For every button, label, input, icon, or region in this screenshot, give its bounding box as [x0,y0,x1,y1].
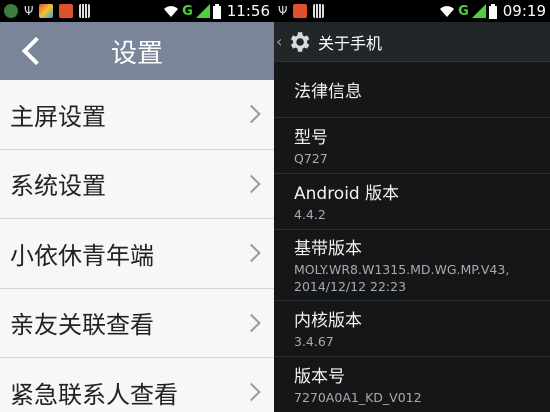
about-item-legal[interactable]: 法律信息 [274,62,550,118]
about-item-android-version[interactable]: Android 版本 4.4.2 [274,174,550,230]
chevron-right-icon [242,383,261,402]
list-item-title: 型号 [294,128,328,149]
shield-icon [293,4,308,18]
network-type-indicator: G [458,3,469,19]
barcode-icon [313,4,325,18]
signal-icon [471,4,486,18]
about-item-baseband[interactable]: 基带版本 MOLY.WR8.W1315.MD.WG.MP.V43, 2014/1… [274,230,550,301]
list-item-title: 基带版本 [294,239,362,260]
back-caret-icon[interactable]: ‹ [276,32,284,51]
list-item-title: 法律信息 [294,82,362,102]
battery-icon [488,3,497,19]
list-item-value: MOLY.WR8.W1315.MD.WG.MP.V43, 2014/12/12 … [294,262,550,296]
list-item-label: 紧急联系人查看 [10,380,178,409]
wifi-icon [164,5,179,17]
list-item-label: 主屏设置 [10,102,106,131]
page-title: 设置 [110,38,163,69]
list-item-title: Android 版本 [294,184,400,205]
page-title: 关于手机 [318,33,383,53]
list-item-title: 内核版本 [294,311,362,332]
app-notification-icon [4,4,18,18]
list-item-value: Q727 [294,151,328,167]
barcode-icon [79,4,91,18]
signal-icon [195,4,210,18]
about-item-model[interactable]: 型号 Q727 [274,118,550,174]
status-bar: Ψ G 09:19 [274,0,550,22]
list-item-title: 版本号 [294,367,345,388]
battery-icon [212,3,221,19]
settings-list: 主屏设置 系统设置 小依休青年端 亲友关联查看 紧急联系人查看 [0,80,274,412]
settings-item-family-link[interactable]: 亲友关联查看 [0,288,274,358]
clock: 09:19 [502,2,546,20]
clock: 11:56 [226,2,270,20]
baseband-value-line1: MOLY.WR8.W1315.MD.WG.MP.V43, [294,262,510,278]
back-arrow-icon[interactable] [18,32,48,70]
settings-item-emergency-contacts[interactable]: 紧急联系人查看 [0,358,274,412]
gallery-icon [39,4,54,18]
about-phone-screen: Ψ G 09:19 ‹ 关于手机 法律信息 型号 Q727 Android 版本… [274,0,550,412]
settings-screen: Ψ G 11:56 设置 主屏设置 系统设置 小依休青年端 亲友关联查看 紧急联… [0,0,274,412]
list-item-value: 3.4.67 [294,334,334,350]
settings-item-home-screen[interactable]: 主屏设置 [0,80,274,150]
chevron-right-icon [242,313,261,332]
chevron-right-icon [242,244,261,263]
status-bar: Ψ G 11:56 [0,0,274,22]
settings-gear-icon[interactable] [286,29,312,55]
list-item-label: 亲友关联查看 [10,311,154,340]
usb-icon: Ψ [278,4,288,18]
network-type-indicator: G [182,3,193,19]
usb-icon: Ψ [24,4,34,18]
chevron-right-icon [242,174,261,193]
action-bar: ‹ 关于手机 [274,22,550,62]
about-list: 法律信息 型号 Q727 Android 版本 4.4.2 基带版本 MOLY.… [274,62,550,412]
shield-icon [59,4,74,18]
settings-item-system[interactable]: 系统设置 [0,149,274,219]
about-item-kernel[interactable]: 内核版本 3.4.67 [274,301,550,357]
wifi-icon [440,5,455,17]
baseband-value-line2: 2014/12/12 22:23 [294,279,407,294]
about-item-build-number[interactable]: 版本号 7270A0A1_KD_V012 [274,357,550,412]
list-item-value: 7270A0A1_KD_V012 [294,390,422,406]
settings-header: 设置 [0,22,274,80]
list-item-label: 系统设置 [10,172,106,201]
settings-item-youth[interactable]: 小依休青年端 [0,219,274,289]
list-item-value: 4.4.2 [294,207,326,223]
chevron-right-icon [242,105,261,124]
list-item-label: 小依休青年端 [10,241,154,270]
